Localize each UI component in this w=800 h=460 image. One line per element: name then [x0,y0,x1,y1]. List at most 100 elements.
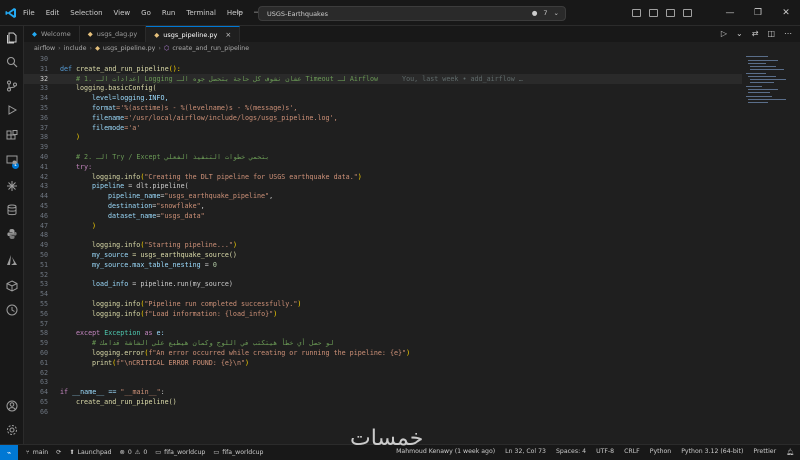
status-indentation[interactable]: Spaces: 4 [556,448,586,456]
param: filemode [92,123,125,132]
close-window-icon[interactable]: ✕ [772,8,800,18]
branch-icon: ⑂ [26,449,30,456]
status-interpreter[interactable]: Python 3.12 (64-bit) [681,448,743,456]
string: "Starting pipeline..." [144,241,233,250]
menu-terminal[interactable]: Terminal [186,9,216,17]
restore-icon[interactable]: ❐ [744,8,772,18]
tab-welcome[interactable]: ◆ Welcome [24,26,80,42]
keyword: try: [76,162,93,171]
azure-icon[interactable] [6,254,18,266]
minimize-icon[interactable]: — [716,8,744,18]
line-number: 66 [39,407,48,416]
status-branch[interactable]: ⑂ main [26,449,48,456]
vertical-scrollbar[interactable] [794,54,800,444]
status-encoding[interactable]: UTF-8 [596,448,614,456]
code-text: = dlt.pipeline( [124,182,189,191]
python-file-icon: ◆ [154,30,160,39]
explorer-icon[interactable] [6,32,18,44]
line-number: 60 [39,349,48,357]
status-env-2[interactable]: ▭ fifa_worldcup [213,449,263,456]
customize-layout-icon[interactable] [683,9,692,17]
python-icon[interactable] [6,228,18,240]
run-debug-icon[interactable] [6,104,18,116]
status-cursor-position[interactable]: Ln 32, Col 73 [505,448,546,456]
code-line: 50 my_source = usgs_earthquake_source() [24,250,742,260]
status-language[interactable]: Python [650,448,671,456]
errors-count: 0 [127,449,132,456]
command-center[interactable]: USGS-Earthquakes ● 7 ⌄ [258,6,566,21]
remote-explorer-icon[interactable] [6,154,18,166]
account-icon[interactable] [6,400,18,412]
close-tab-icon[interactable]: × [225,31,231,39]
code-line: 65 create_and_run_pipeline() [24,397,742,407]
toggle-sidebar-icon[interactable] [632,9,641,17]
more-actions-icon[interactable]: ⋯ [784,29,792,38]
code-line: 61 print(f"\nCRITICAL ERROR FOUND: {e}\n"… [24,358,742,368]
line-number: 49 [39,241,48,250]
containers-icon[interactable] [6,280,18,292]
git-blame-annotation: You, last week • add_airflow … [402,74,523,83]
gear-icon[interactable] [6,424,18,436]
compare-icon[interactable]: ⇄ [752,29,759,38]
breadcrumb-item[interactable]: usgs_pipeline.py [103,45,155,52]
menu-view[interactable]: View [114,9,131,17]
function-name: logging.error [92,349,145,357]
python-file-icon: ◆ [87,30,93,38]
line-number: 34 [39,94,48,103]
run-file-icon[interactable]: ▷ [721,29,727,38]
code-line: 42 logging.info("Creating the DLT pipelin… [24,172,742,182]
chevron-down-icon[interactable]: ⌄ [554,9,559,17]
code-text: = usgs_earthquake_source() [128,251,237,259]
code-line: 63 [24,377,742,387]
code-line: 54 [24,289,742,299]
string: f"An error occurred while creating or ru… [148,349,407,357]
timeline-icon[interactable] [6,304,18,316]
tab-usgs-pipeline[interactable]: ◆ usgs_pipeline.py × [146,26,241,42]
code-line: 31 def create_and_run_pipeline(): [24,64,742,74]
status-env-1[interactable]: ▭ fifa_worldcup [155,449,205,456]
status-eol[interactable]: CRLF [624,448,640,456]
bell-icon[interactable]: 🔔︎ [786,448,794,456]
branch-label: main [32,449,49,456]
toggle-panel-icon[interactable] [649,9,658,17]
code-editor[interactable]: 30 31 def create_and_run_pipeline(): 32 # … [24,54,742,444]
status-problems[interactable]: ⊗ 0 ⚠ 0 [120,449,148,456]
status-sync[interactable]: ⟳ [56,449,61,456]
menu-go[interactable]: Go [141,9,151,17]
menu-file[interactable]: File [23,9,35,17]
breadcrumb-item[interactable]: include [64,45,87,52]
airflow-icon[interactable] [6,180,18,192]
vscode-tab-icon: ◆ [32,30,37,38]
status-launchpad[interactable]: ⬆ Launchpad [69,449,111,456]
breadcrumb-item[interactable]: create_and_run_pipeline [172,45,249,52]
tab-usgs-dag[interactable]: ◆ usgs_dag.py [80,26,147,42]
status-prettier[interactable]: Prettier [753,448,776,456]
menu-run[interactable]: Run [162,9,175,17]
line-number: 57 [39,319,48,328]
back-arrow-icon[interactable]: ← [236,8,244,18]
punctuation: : [160,388,165,397]
code-line: 66 [24,407,742,417]
line-number: 48 [39,231,48,240]
source-control-icon[interactable] [6,80,18,92]
variable: __name__ == [68,388,121,397]
database-icon[interactable] [6,204,18,216]
code-text: = [200,260,213,269]
code-line: 59 # لو حصل أي خطأ هيتكتب في اللوج وكمان … [24,338,742,348]
search-icon[interactable] [6,56,18,68]
extensions-icon[interactable] [6,130,18,142]
menu-edit[interactable]: Edit [46,9,60,17]
variable: e: [152,329,165,338]
code-line: 38) [24,132,742,142]
menu-selection[interactable]: Selection [70,9,102,17]
line-number: 41 [39,162,48,171]
minimap[interactable] [742,54,794,174]
code-line: 55 logging.info("Pipeline run completed s… [24,299,742,309]
breadcrumb-item[interactable]: airflow [34,45,55,52]
value: =logging.INFO, [112,94,169,103]
toggle-secondary-sidebar-icon[interactable] [666,9,675,17]
keyword: as [144,329,153,338]
chevron-down-icon[interactable]: ⌄ [736,29,743,38]
split-editor-icon[interactable]: ◫ [767,29,775,38]
remote-indicator-icon[interactable]: ⌁ [0,445,18,460]
